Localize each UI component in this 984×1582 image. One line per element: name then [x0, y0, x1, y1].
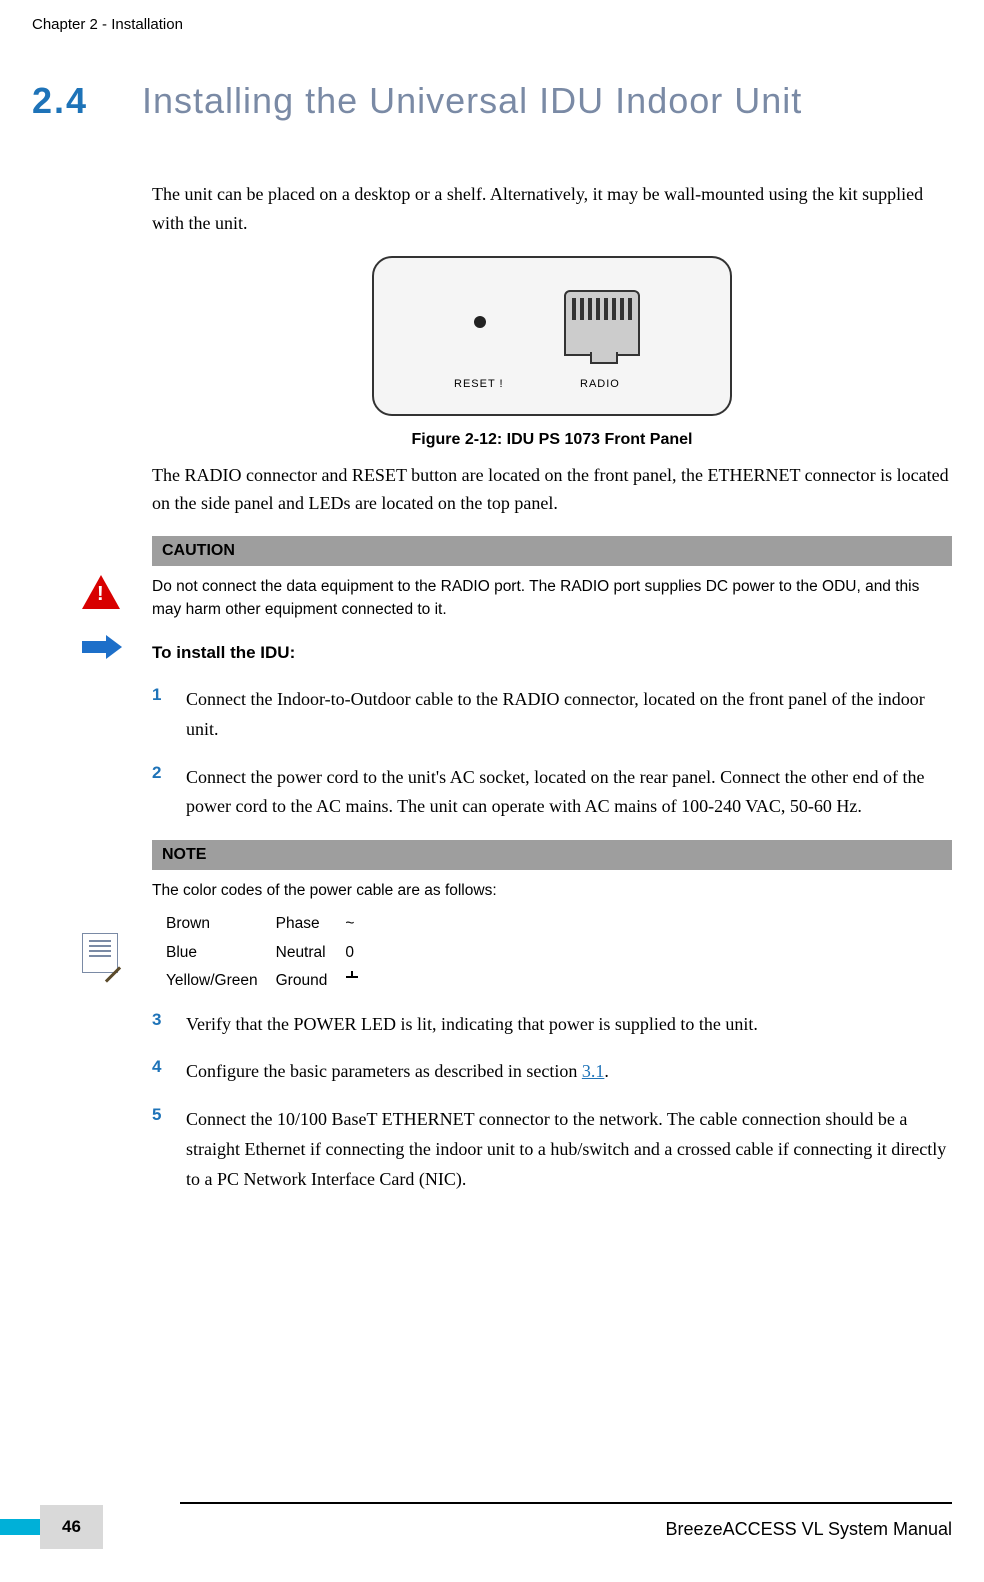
accent-bar: [0, 1519, 40, 1535]
cell-symbol: ~: [345, 910, 377, 938]
step-number: 1: [152, 685, 186, 744]
footer-rule: [180, 1502, 952, 1504]
step-5: 5 Connect the 10/100 BaseT ETHERNET conn…: [152, 1105, 952, 1194]
section-number: 2.4: [32, 80, 142, 122]
caution-title: CAUTION: [152, 536, 952, 566]
cell-color: Blue: [166, 939, 276, 967]
note-body: The color codes of the power cable are a…: [152, 870, 952, 1010]
post-figure-paragraph: The RADIO connector and RESET button are…: [152, 461, 952, 519]
device-illustration: RESET ! RADIO: [372, 256, 732, 416]
step-4: 4 Configure the basic parameters as desc…: [152, 1057, 952, 1087]
reset-button-graphic: [474, 316, 486, 328]
section-heading: 2.4 Installing the Universal IDU Indoor …: [32, 80, 952, 122]
step-text: Connect the power cord to the unit's AC …: [186, 763, 952, 822]
cell-symbol: 0: [345, 939, 377, 967]
note-title: NOTE: [152, 840, 952, 870]
table-row: Yellow/Green Ground: [166, 967, 377, 995]
footer-manual-title: BreezeACCESS VL System Manual: [666, 1519, 952, 1540]
cell-name: Phase: [276, 910, 346, 938]
arrow-icon: [82, 635, 124, 659]
step-text: Verify that the POWER LED is lit, indica…: [186, 1010, 758, 1040]
intro-paragraph: The unit can be placed on a desktop or a…: [152, 180, 952, 238]
step-number: 2: [152, 763, 186, 822]
caution-body: Do not connect the data equipment to the…: [152, 566, 952, 627]
table-row: Brown Phase ~: [166, 910, 377, 938]
reset-label: RESET !: [454, 378, 504, 390]
step4-pre: Configure the basic parameters as descri…: [186, 1061, 582, 1081]
cell-name: Ground: [276, 967, 346, 995]
step4-post: .: [604, 1061, 609, 1081]
ground-icon: [345, 971, 359, 985]
step-text: Connect the Indoor-to-Outdoor cable to t…: [186, 685, 952, 744]
step-number: 5: [152, 1105, 186, 1194]
step-3: 3 Verify that the POWER LED is lit, indi…: [152, 1010, 952, 1040]
note-icon: [82, 933, 124, 973]
step-2: 2 Connect the power cord to the unit's A…: [152, 763, 952, 822]
caution-icon: !: [82, 575, 124, 609]
chapter-header: Chapter 2 - Installation: [32, 16, 183, 33]
color-code-table: Brown Phase ~ Blue Neutral 0 Yellow/Gree…: [166, 910, 377, 995]
note-intro: The color codes of the power cable are a…: [152, 880, 952, 902]
page-number-block: 46: [0, 1504, 103, 1550]
cell-color: Yellow/Green: [166, 967, 276, 995]
page-number: 46: [40, 1505, 103, 1549]
body-column: The unit can be placed on a desktop or a…: [152, 180, 952, 1212]
figure: RESET ! RADIO Figure 2-12: IDU PS 1073 F…: [152, 256, 952, 449]
step-number: 3: [152, 1010, 186, 1040]
step-text: Connect the 10/100 BaseT ETHERNET connec…: [186, 1105, 952, 1194]
step-text: Configure the basic parameters as descri…: [186, 1057, 609, 1087]
cell-name: Neutral: [276, 939, 346, 967]
cell-color: Brown: [166, 910, 276, 938]
table-row: Blue Neutral 0: [166, 939, 377, 967]
step-1: 1 Connect the Indoor-to-Outdoor cable to…: [152, 685, 952, 744]
install-heading: To install the IDU:: [152, 643, 952, 663]
radio-port-graphic: [564, 290, 640, 356]
radio-label: RADIO: [580, 378, 620, 390]
section-link[interactable]: 3.1: [582, 1061, 605, 1081]
section-title: Installing the Universal IDU Indoor Unit: [142, 80, 802, 122]
cell-symbol: [345, 967, 377, 995]
figure-caption: Figure 2-12: IDU PS 1073 Front Panel: [152, 431, 952, 449]
step-number: 4: [152, 1057, 186, 1087]
